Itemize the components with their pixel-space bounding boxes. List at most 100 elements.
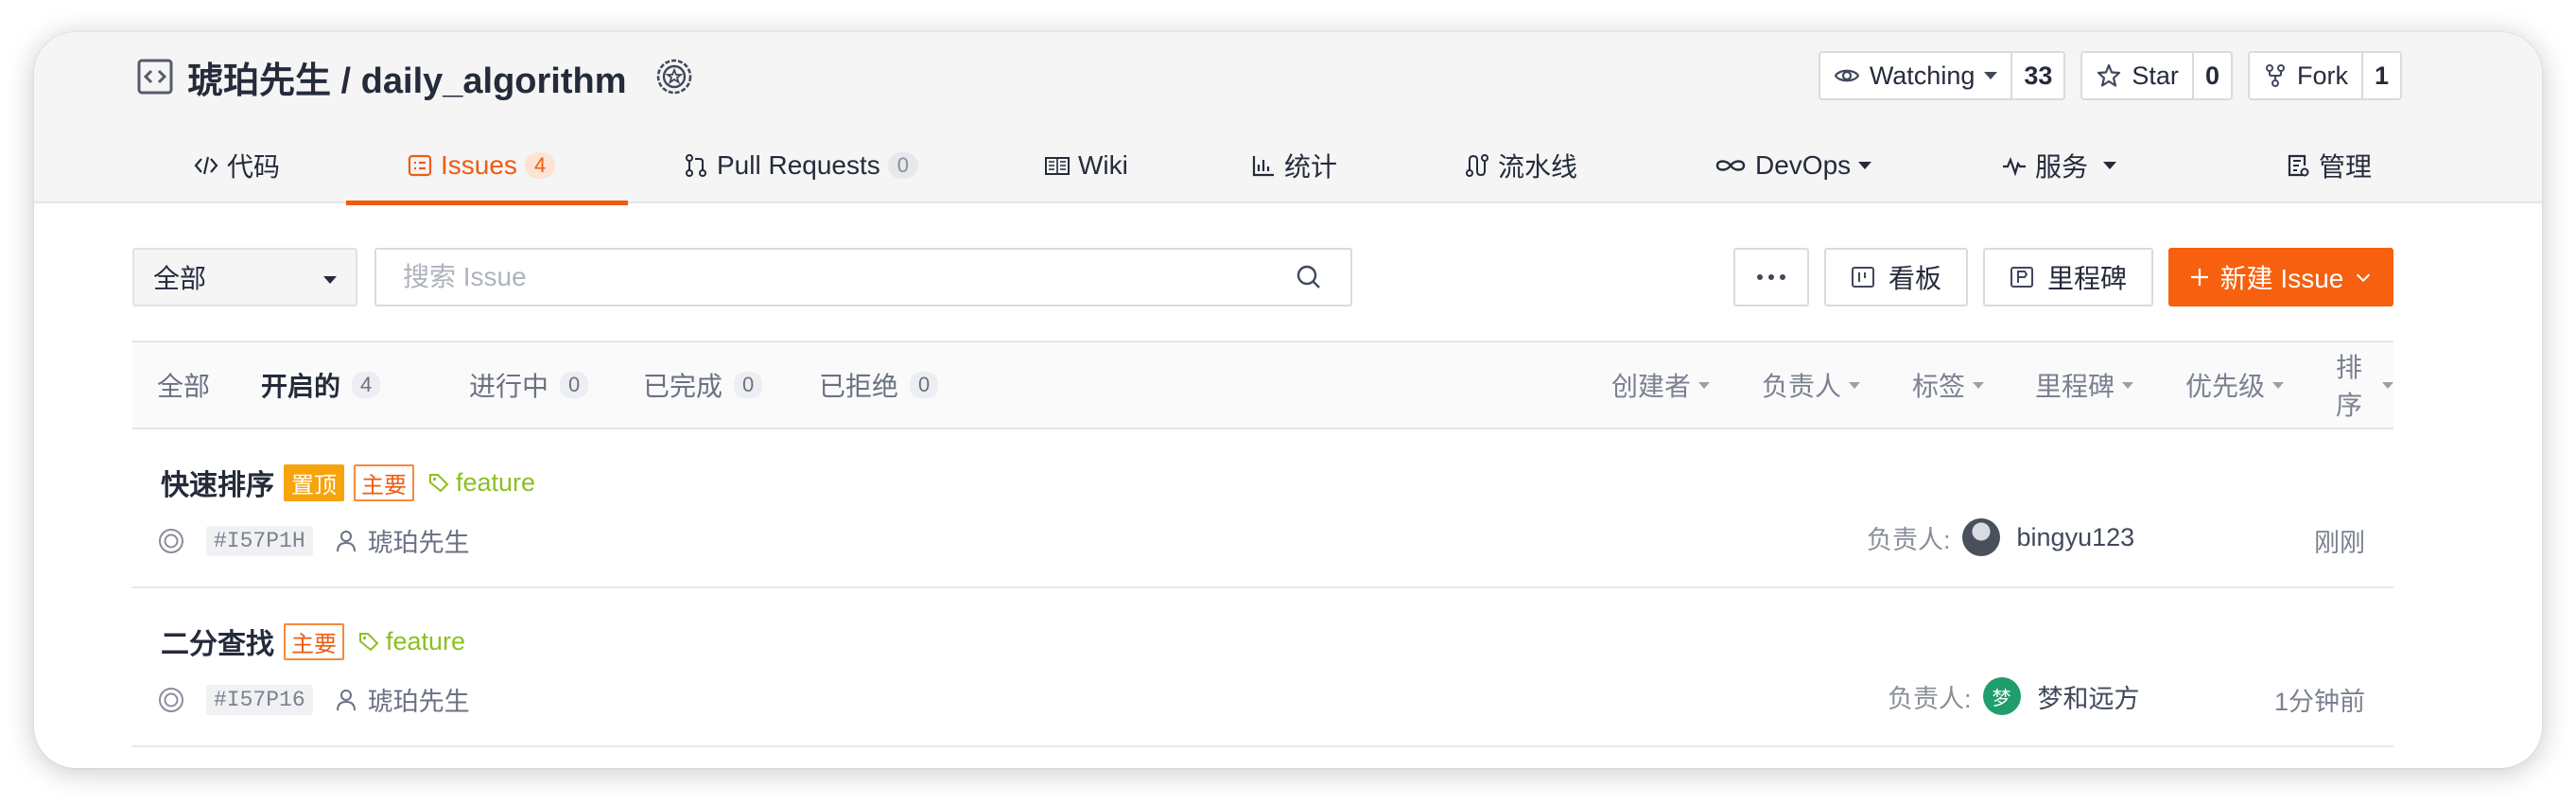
- issue-number[interactable]: #I57P16: [206, 684, 313, 715]
- state-tab-open[interactable]: 开启的 4: [261, 342, 381, 428]
- filter-priority[interactable]: 优先级: [2185, 342, 2285, 428]
- tab-label: 管理: [2319, 151, 2373, 182]
- settings-doc-icon: [2288, 154, 2309, 176]
- filter-label: 创建者: [1611, 372, 1692, 401]
- caret-down-icon: [1849, 381, 1861, 389]
- new-issue-label: 新建 Issue: [2219, 264, 2344, 293]
- award-badge-icon[interactable]: [653, 56, 695, 97]
- fork-button[interactable]: Fork 1: [2247, 51, 2402, 100]
- milestone-label: 里程碑: [2046, 264, 2127, 293]
- issue-row[interactable]: 快速排序 置顶 主要 feature #I57P1H 琥珀先生 负责人: bin…: [132, 429, 2393, 588]
- watch-button[interactable]: Watching 33: [1818, 51, 2066, 100]
- assignee-name[interactable]: bingyu123: [2017, 523, 2135, 552]
- open-status-icon: [159, 687, 183, 712]
- user-icon: [336, 689, 356, 710]
- tab-label: Pull Requests: [717, 149, 880, 180]
- watch-count[interactable]: 33: [2010, 53, 2063, 98]
- issue-meta: #I57P1H 琥珀先生: [157, 522, 470, 559]
- repo-title-bar: 琥珀先生 / daily_algorithm: [136, 51, 695, 103]
- tab-pull-requests[interactable]: Pull Requests 0: [683, 127, 919, 203]
- state-label: 全部: [157, 372, 211, 401]
- browser-window: 琥珀先生 / daily_algorithm Watching 33 Star …: [34, 32, 2542, 768]
- repo-title[interactable]: 琥珀先生 / daily_algorithm: [187, 51, 627, 103]
- tab-services[interactable]: 服务: [2001, 127, 2117, 203]
- label-tag[interactable]: feature: [357, 627, 465, 656]
- state-tab-done[interactable]: 已完成 0: [643, 342, 763, 428]
- new-issue-button[interactable]: 新建 Issue: [2168, 248, 2393, 306]
- state-count: 0: [560, 372, 589, 398]
- state-tab-rejected[interactable]: 已拒绝 0: [819, 342, 939, 428]
- watch-main[interactable]: Watching: [1820, 53, 2011, 98]
- issue-title[interactable]: 二分查找: [161, 620, 274, 662]
- search-field[interactable]: [374, 248, 1352, 306]
- state-tab-in-progress[interactable]: 进行中 0: [469, 342, 589, 428]
- state-tab-all[interactable]: 全部: [157, 342, 210, 428]
- caret-down-icon: [2122, 381, 2134, 389]
- label-name: feature: [456, 467, 536, 497]
- pipeline-icon: [1466, 153, 1488, 177]
- fork-count[interactable]: 1: [2360, 53, 2400, 98]
- scope-select[interactable]: 全部: [132, 248, 357, 306]
- star-count[interactable]: 0: [2191, 53, 2231, 98]
- tab-label: 代码: [227, 151, 281, 182]
- tab-wiki[interactable]: Wiki: [1044, 127, 1128, 203]
- issue-time: 刚刚: [2314, 529, 2365, 557]
- star-icon: [2097, 63, 2121, 87]
- issue-author[interactable]: 琥珀先生: [334, 522, 470, 559]
- tab-devops[interactable]: DevOps: [1714, 127, 1872, 203]
- priority-tag: 主要: [354, 463, 414, 501]
- issue-title[interactable]: 快速排序: [161, 462, 274, 503]
- tab-label: 流水线: [1498, 151, 1578, 182]
- state-count: 0: [910, 372, 939, 398]
- state-label: 已完成: [643, 372, 723, 401]
- issue-title-line: 二分查找 主要 feature: [161, 620, 465, 662]
- issue-list: 全部 开启的 4 进行中 0 已完成 0 已拒绝 0 创建者 负责人 标签 里程…: [132, 341, 2393, 747]
- tab-manage[interactable]: 管理: [2285, 127, 2372, 203]
- avatar[interactable]: 梦: [1982, 677, 2021, 715]
- filter-label[interactable]: 标签: [1912, 342, 1985, 428]
- star-button[interactable]: Star 0: [2080, 51, 2233, 100]
- assignee-label: 负责人:: [1867, 525, 1951, 554]
- board-button[interactable]: 看板: [1824, 248, 1968, 306]
- filter-creator[interactable]: 创建者: [1611, 342, 1711, 428]
- milestone-button[interactable]: 里程碑: [1983, 248, 2153, 306]
- issue-row[interactable]: 二分查找 主要 feature #I57P16 琥珀先生 负责人: 梦 梦和远方: [132, 588, 2393, 747]
- caret-down-icon: [1973, 381, 1985, 389]
- avatar[interactable]: [1961, 518, 2000, 556]
- sort-button[interactable]: 排序: [2336, 342, 2393, 428]
- label-tag[interactable]: feature: [427, 468, 535, 498]
- state-count: 0: [734, 372, 763, 398]
- author-name: 琥珀先生: [367, 529, 470, 557]
- state-label: 开启的: [261, 372, 341, 401]
- user-icon: [336, 530, 356, 551]
- assignee-name[interactable]: 梦和远方: [2038, 678, 2140, 715]
- issue-author[interactable]: 琥珀先生: [334, 681, 470, 718]
- state-label: 进行中: [469, 372, 549, 401]
- repo-code-icon: [137, 59, 173, 95]
- filter-assignee[interactable]: 负责人: [1762, 342, 1861, 428]
- chevron-down-icon: [2357, 273, 2371, 283]
- issue-assignee: 负责人: bingyu123: [1867, 518, 2134, 556]
- issue-number[interactable]: #I57P1H: [206, 525, 313, 556]
- search-icon[interactable]: [1294, 262, 1324, 292]
- tab-count: 4: [524, 151, 556, 179]
- fork-main[interactable]: Fork: [2250, 53, 2361, 98]
- tab-issues[interactable]: Issues 4: [346, 127, 628, 205]
- filter-milestone[interactable]: 里程碑: [2035, 342, 2134, 428]
- tab-code[interactable]: 代码: [193, 127, 280, 203]
- fork-label: Fork: [2296, 61, 2348, 90]
- issue-meta: #I57P16 琥珀先生: [157, 681, 470, 718]
- tab-stats[interactable]: 统计: [1250, 127, 1337, 203]
- pull-request-icon: [686, 153, 706, 177]
- search-input[interactable]: [403, 262, 1294, 292]
- issue-icon: [408, 154, 432, 176]
- tab-pipeline[interactable]: 流水线: [1464, 127, 1577, 203]
- filter-label: 优先级: [2185, 372, 2266, 401]
- chevron-down-icon: [2103, 161, 2117, 169]
- filter-bar: 全部 开启的 4 进行中 0 已完成 0 已拒绝 0 创建者 负责人 标签 里程…: [132, 341, 2393, 429]
- watch-label: Watching: [1869, 61, 1976, 90]
- priority-tag: 主要: [284, 622, 344, 660]
- star-main[interactable]: Star: [2082, 53, 2192, 98]
- more-button[interactable]: [1733, 248, 1809, 306]
- plus-icon: [2190, 269, 2208, 286]
